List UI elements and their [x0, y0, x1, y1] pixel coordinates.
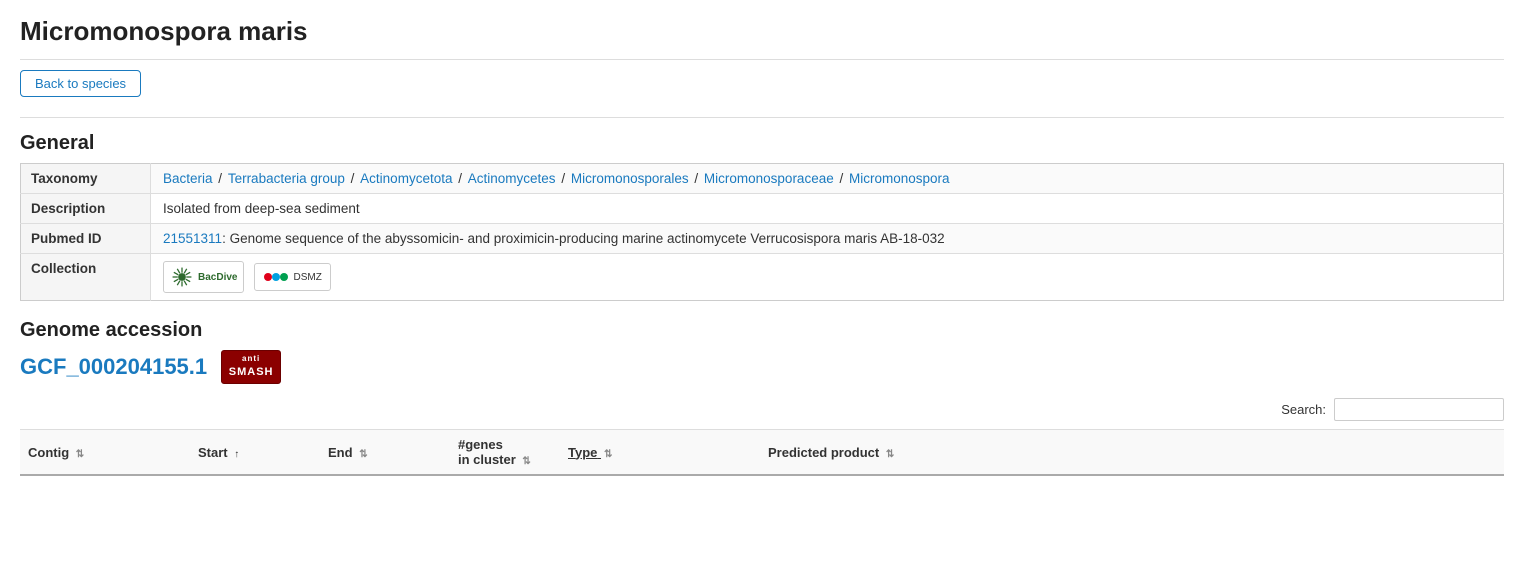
dsmz-icon — [263, 267, 289, 287]
description-row: Description Isolated from deep-sea sedim… — [21, 194, 1504, 224]
dsmz-logo[interactable]: DSMZ — [254, 263, 330, 291]
antismash-badge[interactable]: anti SMASH — [221, 350, 281, 384]
search-label: Search: — [1281, 402, 1326, 417]
pubmed-value: 21551311: Genome sequence of the abyssom… — [151, 224, 1504, 254]
taxonomy-link-terrabacteria[interactable]: Terrabacteria group — [228, 171, 345, 186]
col-header-predicted[interactable]: Predicted product ⇅ — [760, 430, 1504, 476]
description-label: Description — [21, 194, 151, 224]
col-header-end[interactable]: End ⇅ — [320, 430, 450, 476]
table-search-row: Search: — [20, 398, 1504, 421]
collection-label: Collection — [21, 254, 151, 301]
taxonomy-link-micromonosporales[interactable]: Micromonosporales — [571, 171, 689, 186]
back-to-species-button[interactable]: Back to species — [20, 70, 141, 97]
col-header-contig[interactable]: Contig ⇅ — [20, 430, 190, 476]
collection-logos: BacDive DSMZ — [163, 261, 1491, 293]
collection-value: BacDive DSMZ — [151, 254, 1504, 301]
bacdive-text: BacDive — [198, 272, 237, 283]
col-header-start[interactable]: Start ↑ — [190, 430, 320, 476]
start-sort-icon: ↑ — [234, 449, 239, 460]
pubmed-row: Pubmed ID 21551311: Genome sequence of t… — [21, 224, 1504, 254]
pubmed-label: Pubmed ID — [21, 224, 151, 254]
taxonomy-label: Taxonomy — [21, 164, 151, 194]
general-info-table: Taxonomy Bacteria / Terrabacteria group … — [20, 163, 1504, 301]
description-value: Isolated from deep-sea sediment — [151, 194, 1504, 224]
pubmed-text: : Genome sequence of the abyssomicin- an… — [222, 231, 945, 246]
general-section-title: General — [20, 132, 1504, 155]
taxonomy-link-actinomycetes[interactable]: Actinomycetes — [468, 171, 556, 186]
col-header-type[interactable]: Type ⇅ — [560, 430, 760, 476]
taxonomy-value: Bacteria / Terrabacteria group / Actinom… — [151, 164, 1504, 194]
genome-accession-link[interactable]: GCF_000204155.1 — [20, 354, 207, 380]
collection-row: Collection — [21, 254, 1504, 301]
type-sort-icon: ⇅ — [604, 449, 612, 460]
pubmed-link[interactable]: 21551311 — [163, 231, 222, 246]
predicted-sort-icon: ⇅ — [886, 449, 894, 460]
taxonomy-row: Taxonomy Bacteria / Terrabacteria group … — [21, 164, 1504, 194]
genes-sort-icon: ⇅ — [522, 456, 530, 467]
contig-sort-icon: ⇅ — [76, 449, 84, 460]
end-sort-icon: ⇅ — [359, 449, 367, 460]
taxonomy-link-bacteria[interactable]: Bacteria — [163, 171, 213, 186]
genome-accession-title: Genome accession — [20, 319, 1504, 342]
genome-data-table: Contig ⇅ Start ↑ End ⇅ #genesin cluster … — [20, 429, 1504, 476]
table-header-row: Contig ⇅ Start ↑ End ⇅ #genesin cluster … — [20, 430, 1504, 476]
search-input[interactable] — [1334, 398, 1504, 421]
bacdive-logo[interactable]: BacDive — [163, 261, 244, 293]
divider-after-back — [20, 117, 1504, 118]
page-title: Micromonospora maris — [20, 16, 1504, 47]
genome-accession-row: GCF_000204155.1 anti SMASH — [20, 350, 1504, 384]
dsmz-text: DSMZ — [293, 272, 321, 283]
taxonomy-link-micromonosporaceae[interactable]: Micromonosporaceae — [704, 171, 834, 186]
taxonomy-links: Bacteria / Terrabacteria group / Actinom… — [163, 171, 950, 186]
col-header-genes[interactable]: #genesin cluster ⇅ — [450, 430, 560, 476]
antismash-label-bottom: SMASH — [229, 365, 274, 379]
taxonomy-link-micromonospora[interactable]: Micromonospora — [849, 171, 950, 186]
divider-top — [20, 59, 1504, 60]
antismash-label-top: anti — [242, 354, 260, 364]
genome-accession-section: Genome accession GCF_000204155.1 anti SM… — [20, 319, 1504, 476]
taxonomy-link-actinomycetota[interactable]: Actinomycetota — [360, 171, 452, 186]
bacdive-icon — [170, 265, 194, 289]
